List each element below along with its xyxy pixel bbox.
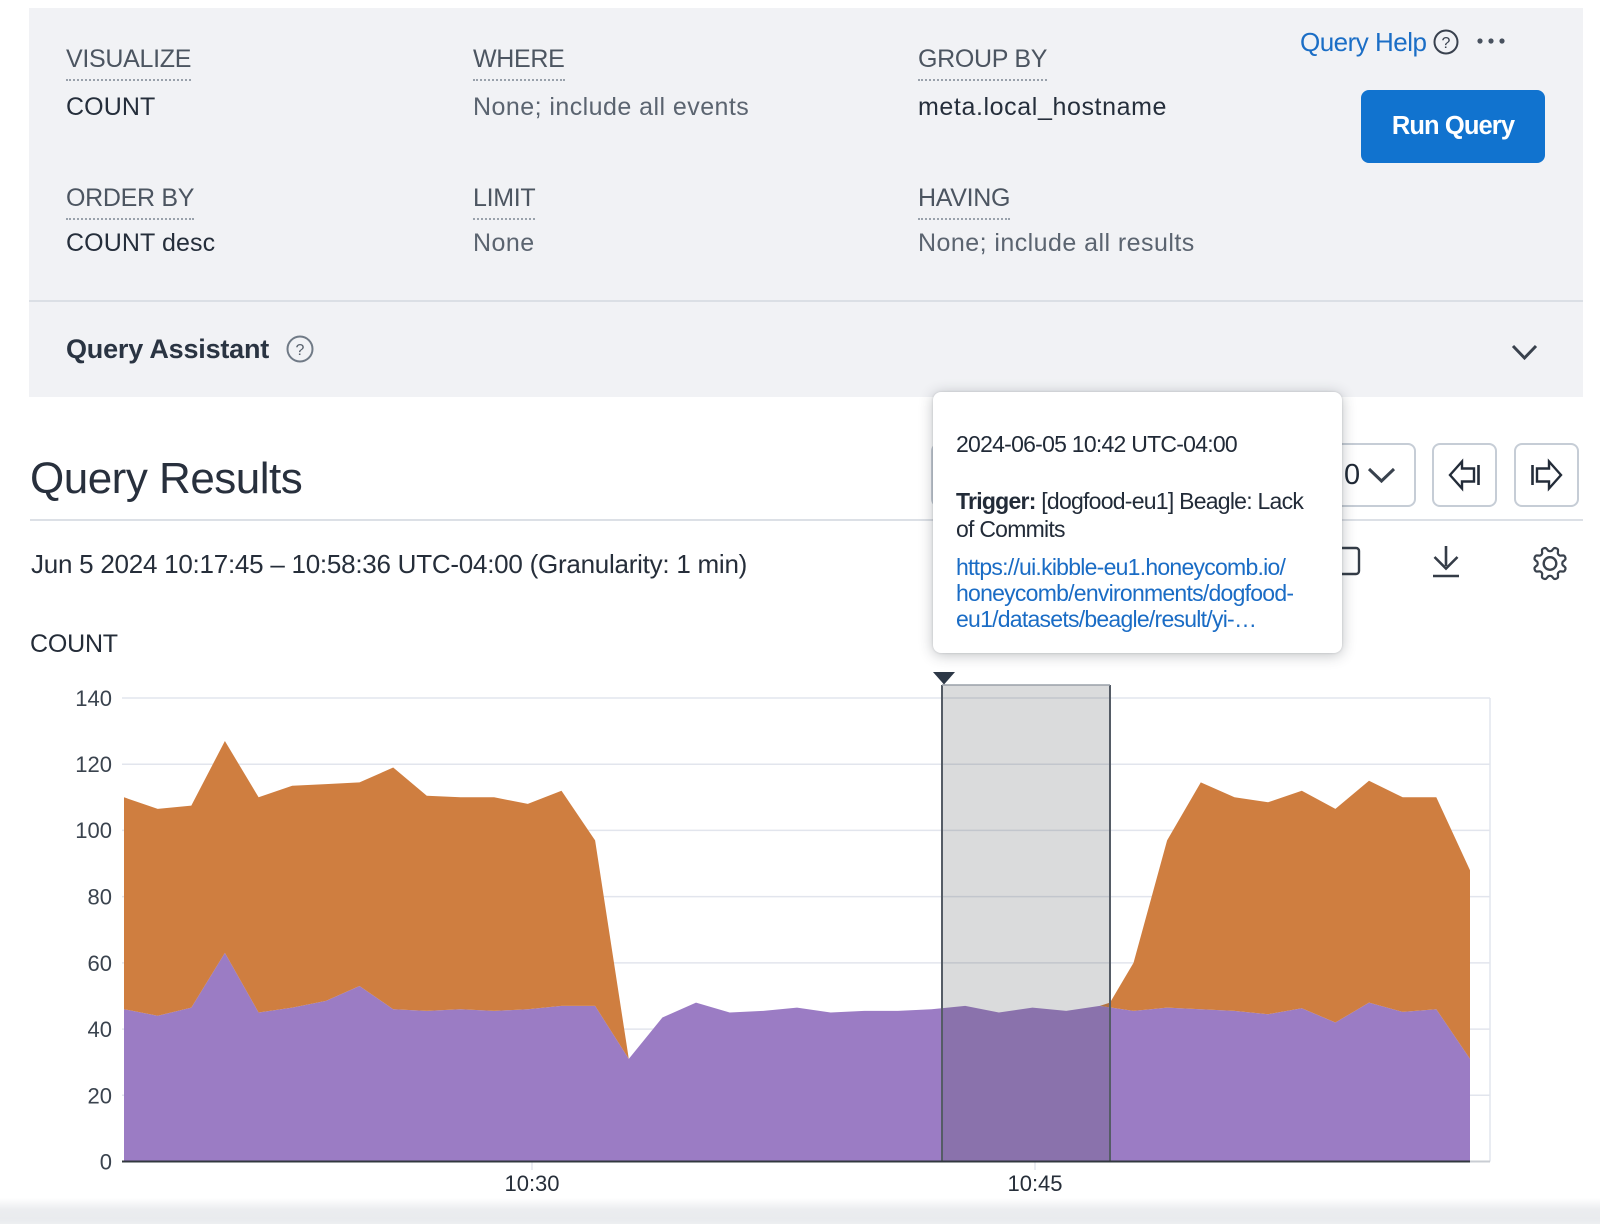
svg-text:10:30: 10:30 (504, 1171, 559, 1196)
svg-text:0: 0 (100, 1150, 112, 1175)
svg-text:80: 80 (88, 885, 112, 910)
svg-text:?: ? (296, 342, 305, 359)
svg-text:60: 60 (88, 951, 112, 976)
svg-text:40: 40 (88, 1017, 112, 1042)
svg-text:140: 140 (75, 686, 112, 711)
svg-text:120: 120 (75, 752, 112, 777)
svg-text:10:45: 10:45 (1007, 1171, 1062, 1196)
svg-text:?: ? (1442, 35, 1451, 52)
svg-text:20: 20 (88, 1083, 112, 1108)
svg-text:100: 100 (75, 818, 112, 843)
